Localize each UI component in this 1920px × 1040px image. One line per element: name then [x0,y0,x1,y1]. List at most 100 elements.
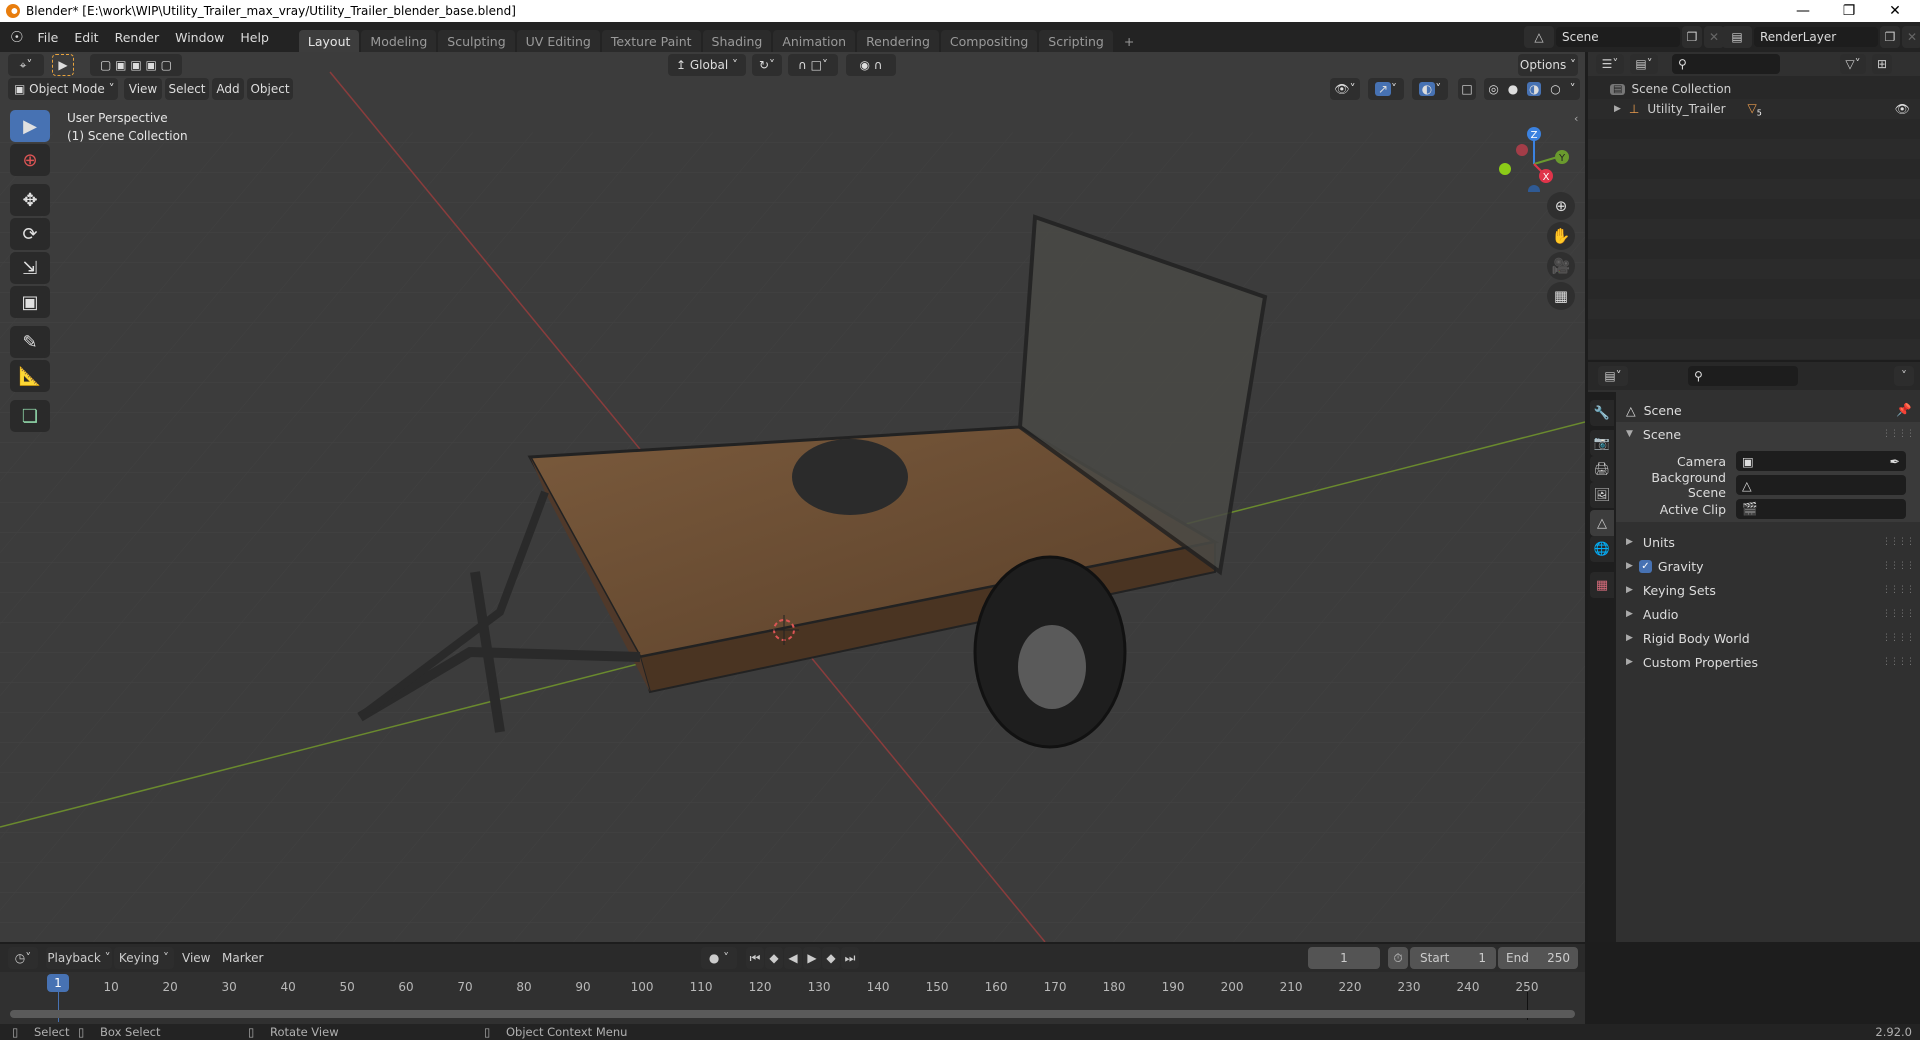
shading-dropdown-icon[interactable]: ˅ [1570,82,1576,96]
panel-scene-header[interactable]: ▼ Scene ⋮⋮⋮⋮ [1616,422,1920,446]
new-collection-icon[interactable]: ⊞ [1872,54,1892,74]
properties-options-icon[interactable]: ˅ [1894,366,1914,386]
blender-menu-icon[interactable]: ☉ [10,28,23,46]
panel-custom-properties[interactable]: ▶ Custom Properties ⋮⋮⋮⋮ [1616,650,1920,674]
properties-search-input[interactable]: ⚲ [1688,366,1798,386]
tool-add-cube[interactable]: ❏ [10,400,50,432]
gizmo-toggle[interactable]: ↗ ˅ [1368,78,1404,100]
menu-window[interactable]: Window [167,30,232,45]
panel-gravity[interactable]: ▶ ✓ Gravity ⋮⋮⋮⋮ [1616,554,1920,578]
gravity-checkbox[interactable]: ✓ [1638,559,1652,573]
add-workspace-button[interactable]: + [1115,30,1143,52]
drag-grip-icon[interactable]: ⋮⋮⋮⋮ [1882,561,1915,571]
tool-move[interactable]: ✥ [10,184,50,216]
zoom-view-icon[interactable]: ⊕ [1547,192,1575,220]
properties-editor-type-icon[interactable]: ▤˅ [1598,366,1628,386]
pivot-point-dropdown[interactable]: ↻˅ [752,54,782,76]
overlay-toggle[interactable]: ◐ ˅ [1412,78,1448,100]
tab-rendering[interactable]: Rendering [857,30,939,52]
drag-grip-icon[interactable]: ⋮⋮⋮⋮ [1882,429,1915,439]
tool-scale[interactable]: ⇲ [10,252,50,284]
rendered-shading-icon[interactable]: ○ [1550,82,1560,96]
view-layer-delete-icon[interactable]: ✕ [1902,26,1920,48]
camera-view-icon[interactable]: 🎥 [1547,252,1575,280]
visibility-dropdown[interactable]: 👁˅ [1330,78,1360,100]
sidebar-toggle-icon[interactable]: ‹ [1574,112,1578,125]
tab-uv-editing[interactable]: UV Editing [516,30,600,52]
tab-output-icon[interactable]: 🖨 [1590,456,1614,482]
camera-field[interactable]: ▣ ✒ [1736,451,1906,471]
tab-view-layer-icon[interactable]: 🖼 [1590,482,1614,508]
tab-texture-icon[interactable]: ▦ [1590,572,1614,598]
tool-annotate[interactable]: ✎ [10,326,50,358]
tab-scripting[interactable]: Scripting [1039,30,1113,52]
pin-icon[interactable]: 📌 [1896,402,1912,418]
tool-measure[interactable]: 📐 [10,360,50,392]
drag-grip-icon[interactable]: ⋮⋮⋮⋮ [1882,633,1915,643]
perspective-toggle-icon[interactable]: ▦ [1547,282,1575,310]
display-mode-icon[interactable]: ▤˅ [1630,54,1658,74]
gizmo-neg-z[interactable] [1528,185,1540,192]
gizmo-neg-x[interactable] [1516,144,1528,156]
menu-help[interactable]: Help [232,30,277,45]
view-layer-new-icon[interactable]: ❐ [1880,26,1900,48]
filter-icon[interactable]: ▽˅ [1840,54,1866,74]
scene-name-field[interactable]: Scene [1556,27,1680,47]
tool-select-box[interactable]: ▶ [10,110,50,142]
menu-view[interactable]: View [124,78,162,100]
menu-select[interactable]: Select [165,78,209,100]
tab-sculpting[interactable]: Sculpting [438,30,515,52]
pan-view-icon[interactable]: ✋ [1547,222,1575,250]
menu-object[interactable]: Object [247,78,293,100]
material-preview-icon[interactable]: ◑ [1527,82,1542,96]
tab-world-icon[interactable]: 🌐 [1590,536,1614,562]
drag-grip-icon[interactable]: ⋮⋮⋮⋮ [1882,657,1915,667]
tool-cursor[interactable]: ⊕ [10,144,50,176]
scene-browse-icon[interactable]: △ [1524,26,1554,48]
eyedropper-icon[interactable]: ✒ [1890,454,1900,469]
snap-toggle[interactable]: ∩ □˅ [788,54,838,76]
playhead-frame-indicator[interactable]: 1 [47,974,69,992]
panel-rigid-body-world[interactable]: ▶ Rigid Body World ⋮⋮⋮⋮ [1616,626,1920,650]
solid-shading-icon[interactable]: ● [1508,82,1518,96]
background-scene-field[interactable]: △ [1736,475,1906,495]
timeline-scrollbar[interactable] [10,1010,1575,1018]
select-tool-icon[interactable]: ▶ [52,54,74,76]
outliner-editor-type-icon[interactable]: ☰˅ [1596,54,1624,74]
drag-grip-icon[interactable]: ⋮⋮⋮⋮ [1882,537,1915,547]
navigation-gizmo[interactable]: Z Y X [1490,112,1580,192]
tool-rotate[interactable]: ⟳ [10,218,50,250]
wireframe-shading-icon[interactable]: ◎ [1488,82,1498,96]
menu-edit[interactable]: Edit [66,30,106,45]
selection-mode-buttons[interactable]: ▢ ▣ ▣ ▣ ▢ [90,54,182,76]
menu-file[interactable]: File [29,30,66,45]
tab-compositing[interactable]: Compositing [940,30,1038,52]
restore-button[interactable]: ❐ [1826,0,1872,22]
panel-keying-sets[interactable]: ▶ Keying Sets ⋮⋮⋮⋮ [1616,578,1920,602]
panel-audio[interactable]: ▶ Audio ⋮⋮⋮⋮ [1616,602,1920,626]
active-clip-field[interactable]: 🎬 [1736,499,1906,519]
menu-render[interactable]: Render [107,30,168,45]
drag-grip-icon[interactable]: ⋮⋮⋮⋮ [1882,609,1915,619]
minimize-button[interactable]: — [1780,0,1826,22]
outliner-search-input[interactable]: ⚲ [1672,54,1780,74]
menu-add[interactable]: Add [212,78,244,100]
drag-grip-icon[interactable]: ⋮⋮⋮⋮ [1882,585,1915,595]
tab-modeling[interactable]: Modeling [361,30,437,52]
panel-units[interactable]: ▶ Units ⋮⋮⋮⋮ [1616,530,1920,554]
view-layer-name-field[interactable]: RenderLayer [1754,27,1878,47]
options-dropdown[interactable]: Options ˅ [1518,54,1578,76]
outliner-row-scene-collection[interactable]: ▤ Scene Collection [1610,79,1731,99]
visibility-eye-icon[interactable]: 👁 [1895,102,1910,116]
xray-toggle[interactable]: □ [1458,78,1476,100]
editor-type-icon[interactable]: ⌖˅ [8,54,44,76]
scene-new-icon[interactable]: ❐ [1682,26,1702,48]
mode-dropdown[interactable]: ▣ Object Mode ˅ [8,78,118,100]
close-button[interactable]: ✕ [1872,0,1918,22]
scene-delete-icon[interactable]: ✕ [1704,26,1724,48]
3d-viewport[interactable]: ⌖˅ ▶ ▢ ▣ ▣ ▣ ▢ ↥ Global ˅ ↻˅ ∩ □˅ ◉ ∩ Op… [0,52,1585,942]
tab-layout[interactable]: Layout [298,30,360,52]
tab-render-icon[interactable]: 📷 [1590,430,1614,456]
expand-arrow-icon[interactable]: ▶ [1614,104,1621,114]
view-layer-browse-icon[interactable]: ▤ [1722,26,1752,48]
